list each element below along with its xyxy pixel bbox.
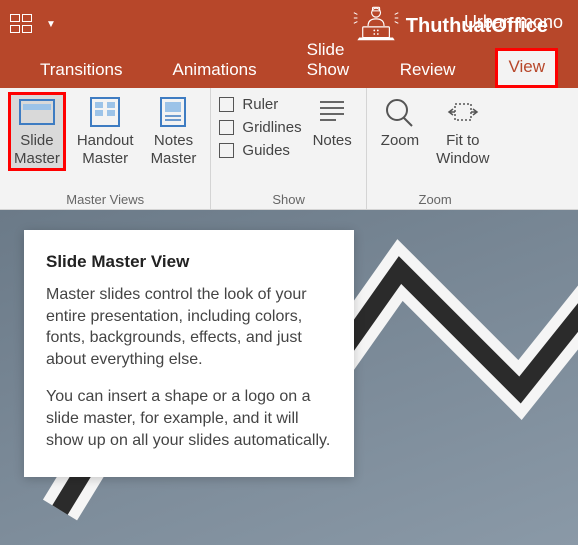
fit-label-1: Fit to — [446, 132, 479, 150]
screen-tip: Slide Master View Master slides control … — [24, 230, 354, 477]
gridlines-checkbox[interactable]: Gridlines — [219, 119, 301, 136]
handout-master-label-2: Master — [82, 150, 128, 168]
ribbon: Slide Master Handout Master — [0, 88, 578, 210]
notes-master-label-2: Master — [151, 150, 197, 168]
guides-label: Guides — [242, 142, 290, 159]
zoom-label: Zoom — [381, 132, 419, 150]
notes-master-button[interactable]: Notes Master — [145, 92, 203, 170]
tab-review[interactable]: Review — [390, 54, 466, 88]
zoom-button[interactable]: Zoom — [375, 92, 425, 170]
slide-master-label-2: Master — [14, 150, 60, 168]
ruler-checkbox[interactable]: Ruler — [219, 96, 301, 113]
quick-access-grid-icon[interactable] — [10, 14, 36, 34]
magnifier-icon — [382, 96, 418, 128]
fit-to-window-button[interactable]: Fit to Window — [430, 92, 495, 170]
screen-tip-title: Slide Master View — [46, 252, 332, 272]
document-title: Urban mono — [464, 12, 563, 33]
tab-view[interactable]: View — [495, 48, 558, 88]
notes-button[interactable]: Notes — [307, 92, 358, 170]
notes-master-icon — [155, 96, 191, 128]
notes-master-label-1: Notes — [154, 132, 193, 150]
title-bar: ▼ ThuthuatOffice Urban mono — [0, 0, 578, 48]
checkbox-icon — [219, 143, 234, 158]
tab-slide-show[interactable]: Slide Show — [297, 34, 360, 88]
slide-master-icon — [19, 96, 55, 128]
handout-master-button[interactable]: Handout Master — [71, 92, 140, 170]
tab-transitions[interactable]: Transitions — [30, 54, 133, 88]
group-show: Ruler Gridlines Guides Notes — [211, 88, 366, 209]
screen-tip-paragraph-1: Master slides control the look of your e… — [46, 284, 332, 370]
gridlines-label: Gridlines — [242, 119, 301, 136]
slide-master-label-1: Slide — [20, 132, 53, 150]
group-label-zoom: Zoom — [375, 192, 496, 209]
slide-canvas: Slide Master View Master slides control … — [0, 210, 578, 545]
checkbox-icon — [219, 120, 234, 135]
chevron-down-icon[interactable]: ▼ — [46, 19, 56, 30]
fit-label-2: Window — [436, 150, 489, 168]
fit-window-icon — [445, 96, 481, 128]
notes-label: Notes — [313, 132, 352, 150]
notes-icon — [314, 96, 350, 128]
guides-checkbox[interactable]: Guides — [219, 142, 301, 159]
tab-animations[interactable]: Animations — [163, 54, 267, 88]
handout-master-icon — [87, 96, 123, 128]
slide-master-button[interactable]: Slide Master — [8, 92, 66, 171]
screen-tip-paragraph-2: You can insert a shape or a logo on a sl… — [46, 386, 332, 451]
ruler-label: Ruler — [242, 96, 278, 113]
group-label-master-views: Master Views — [8, 192, 202, 209]
group-master-views: Slide Master Handout Master — [0, 88, 211, 209]
group-zoom: Zoom Fit to Window Zoom — [367, 88, 504, 209]
checkbox-icon — [219, 97, 234, 112]
group-label-show: Show — [219, 192, 357, 209]
ribbon-tabs: Transitions Animations Slide Show Review… — [0, 48, 578, 88]
handout-master-label-1: Handout — [77, 132, 134, 150]
